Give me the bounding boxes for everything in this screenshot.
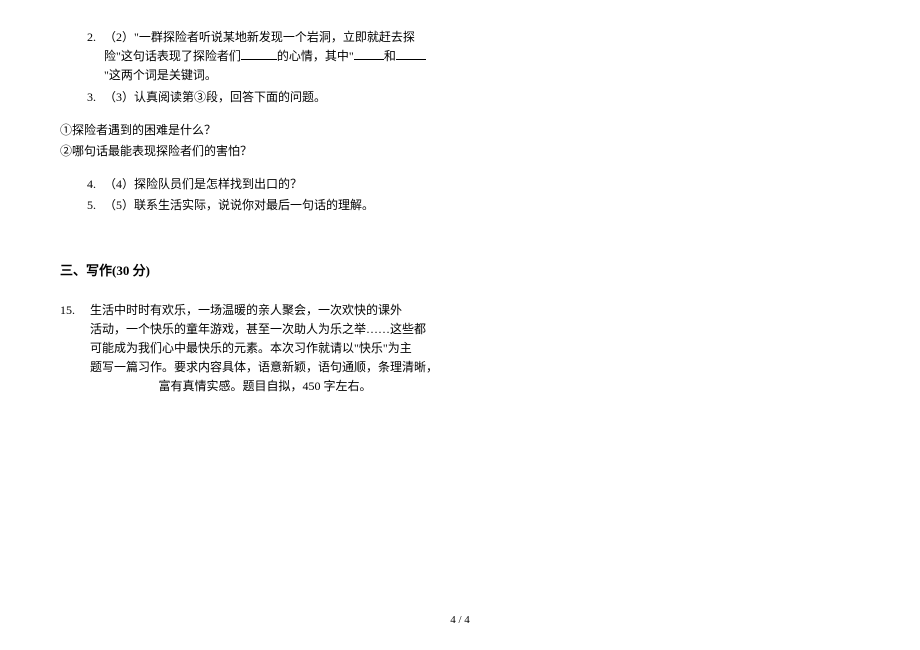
essay-text-1: 生活中时时有欢乐，一场温暖的亲人聚会，一次欢快的课外 — [90, 301, 440, 320]
section-heading: 三、写作(30 分) — [60, 260, 440, 279]
question-3-text: （3）认真阅读第③段，回答下面的问题。 — [104, 88, 440, 107]
question-5-text: （5）联系生活实际，说说你对最后一句话的理解。 — [104, 196, 440, 215]
list-number: 3. — [60, 88, 104, 107]
blank-fill — [396, 48, 426, 60]
essay-question: 15. 生活中时时有欢乐，一场温暖的亲人聚会，一次欢快的课外 活动，一个快乐的童… — [60, 301, 440, 397]
q2-part-d: "这两个词是关键词。 — [104, 68, 217, 82]
question-4: 4. （4）探险队员们是怎样找到出口的？ — [60, 175, 440, 194]
essay-number: 15. — [60, 301, 90, 320]
sub-question-1: ①探险者遇到的困难是什么？ — [60, 121, 440, 140]
essay-text-2: 活动，一个快乐的童年游戏，甚至一次助人为乐之举……这些都 — [60, 320, 440, 339]
list-number: 2. — [60, 28, 104, 86]
question-2-text: （2）"一群探险者听说某地新发现一个岩洞，立即就赶去探险"这句话表现了探险者们的… — [104, 28, 440, 86]
question-4-text: （4）探险队员们是怎样找到出口的？ — [104, 175, 440, 194]
list-number: 5. — [60, 196, 104, 215]
essay-text-3: 可能成为我们心中最快乐的元素。本次习作就请以"快乐"为主 — [60, 339, 440, 358]
blank-fill — [241, 48, 277, 60]
page-number: 4 / 4 — [450, 614, 470, 626]
blank-fill — [354, 48, 384, 60]
question-5: 5. （5）联系生活实际，说说你对最后一句话的理解。 — [60, 196, 440, 215]
essay-line-1: 15. 生活中时时有欢乐，一场温暖的亲人聚会，一次欢快的课外 — [60, 301, 440, 320]
list-number: 4. — [60, 175, 104, 194]
page-footer: 4 / 4 — [0, 614, 920, 626]
sub-questions: ①探险者遇到的困难是什么？ ②哪句话最能表现探险者们的害怕？ — [60, 121, 440, 161]
question-2: 2. （2）"一群探险者听说某地新发现一个岩洞，立即就赶去探险"这句话表现了探险… — [60, 28, 440, 86]
content-area: 2. （2）"一群探险者听说某地新发现一个岩洞，立即就赶去探险"这句话表现了探险… — [60, 28, 440, 396]
essay-text-5: 富有真情实感。题目自拟，450 字左右。 — [60, 377, 440, 396]
q2-part-c: 和 — [384, 49, 396, 63]
q2-part-b: 的心情，其中" — [277, 49, 354, 63]
essay-text-4: 题写一篇习作。要求内容具体，语意新颖，语句通顺，条理清晰， — [60, 358, 440, 377]
question-3: 3. （3）认真阅读第③段，回答下面的问题。 — [60, 88, 440, 107]
sub-question-2: ②哪句话最能表现探险者们的害怕？ — [60, 142, 440, 161]
